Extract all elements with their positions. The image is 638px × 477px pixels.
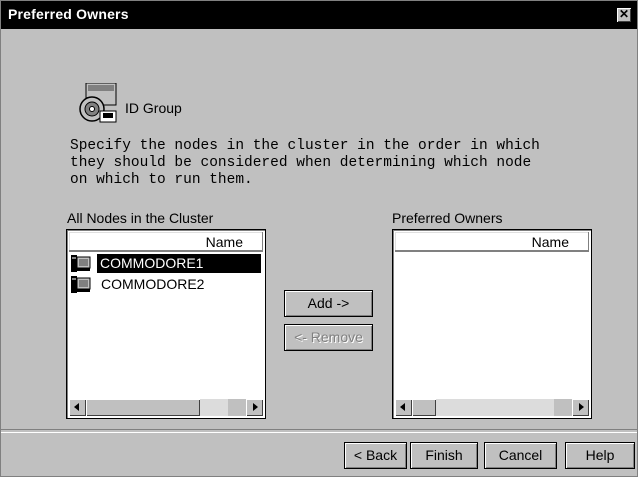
window-title: Preferred Owners	[8, 6, 129, 22]
preferred-owners-label: Preferred Owners	[392, 210, 503, 226]
horizontal-scrollbar[interactable]	[69, 399, 263, 416]
arrow-left-icon	[400, 403, 405, 411]
computer-icon	[71, 255, 91, 272]
scroll-thumb[interactable]	[86, 399, 200, 416]
scroll-track[interactable]	[436, 399, 554, 416]
help-button[interactable]: Help	[565, 442, 635, 469]
arrow-left-icon	[74, 403, 79, 411]
scroll-thumb[interactable]	[412, 399, 436, 416]
back-button[interactable]: < Back	[344, 442, 407, 469]
all-nodes-label: All Nodes in the Cluster	[67, 210, 214, 226]
cancel-button[interactable]: Cancel	[484, 442, 557, 469]
footer-divider	[1, 429, 637, 433]
cluster-group-icon	[79, 83, 117, 123]
scroll-left-button[interactable]	[395, 399, 412, 416]
add-button[interactable]: Add ->	[284, 290, 373, 317]
list-item-label: COMMODORE2	[101, 276, 205, 292]
close-icon: ✕	[618, 7, 630, 21]
list-item[interactable]: COMMODORE2	[69, 274, 263, 295]
group-name-label: ID Group	[125, 100, 182, 116]
horizontal-scrollbar[interactable]	[395, 399, 589, 416]
arrow-right-icon	[579, 403, 584, 411]
arrow-right-icon	[253, 403, 258, 411]
title-bar[interactable]: Preferred Owners ✕	[1, 1, 637, 29]
scroll-right-button[interactable]	[246, 399, 263, 416]
scroll-left-button[interactable]	[69, 399, 86, 416]
all-nodes-list[interactable]: Name COMMODORE1 COMMODORE2	[66, 229, 266, 419]
preferred-owners-dialog: Preferred Owners ✕ ID Group Specify the …	[0, 0, 638, 477]
remove-button[interactable]: <- Remove	[284, 324, 373, 351]
list-item[interactable]: COMMODORE1	[69, 253, 263, 274]
column-header-name[interactable]: Name	[395, 232, 589, 252]
column-header-name[interactable]: Name	[69, 232, 263, 252]
scroll-track[interactable]	[200, 399, 228, 416]
list-item-label: COMMODORE1	[97, 254, 261, 273]
computer-icon	[71, 276, 91, 293]
preferred-owners-list[interactable]: Name	[392, 229, 592, 419]
instructions-text: Specify the nodes in the cluster in the …	[70, 138, 540, 188]
close-button[interactable]: ✕	[617, 8, 631, 22]
finish-button[interactable]: Finish	[410, 442, 478, 469]
scroll-right-button[interactable]	[572, 399, 589, 416]
